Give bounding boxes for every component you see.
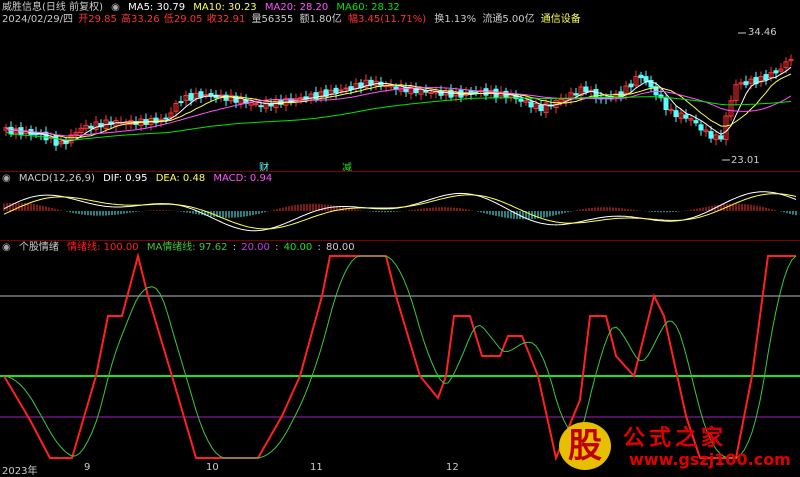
watermark-title: 公式之家: [623, 425, 728, 451]
macd-dea: DEA: 0.48: [155, 173, 206, 184]
moving-average-lines: [5, 32, 792, 161]
quote-amount: 额1.80亿: [299, 14, 342, 25]
candle-body: [528, 101, 534, 108]
separator: :: [275, 242, 279, 253]
quote-line: 2024/02/29/四 开29.85 高33.26 低29.05 收32.91…: [2, 14, 586, 26]
candle-body: [518, 98, 524, 102]
quote-date: 2024/02/29/四: [2, 14, 74, 25]
candle-body: [663, 97, 669, 111]
ma5-line: [5, 66, 792, 143]
separator: :: [317, 242, 321, 253]
ma20-value: MA20: 28.20: [264, 2, 329, 13]
x-label: 2023年: [2, 466, 38, 477]
mood-ma-value: MA情绪线: 97.62: [146, 242, 228, 253]
candle-body: [343, 87, 349, 90]
indicator-dot-icon[interactable]: ◉: [2, 173, 11, 184]
price-high-label: 34.46: [748, 27, 777, 38]
price-header: 威胜信息(日线 前复权) ◉ MA5: 30.79 MA10: 30.23 MA…: [2, 2, 405, 14]
candle-body: [763, 74, 769, 81]
separator: :: [232, 242, 237, 253]
candle-body: [743, 81, 749, 86]
candle-body: [718, 135, 724, 140]
indicator-dot-icon[interactable]: ◉: [111, 2, 120, 13]
x-label: 11: [310, 462, 323, 473]
candle-body: [188, 93, 194, 101]
quote-close: 收32.91: [206, 14, 246, 25]
price-low-label: 23.01: [731, 155, 760, 166]
candle-body: [333, 87, 339, 93]
candle-body: [198, 91, 204, 98]
candle-body: [178, 101, 184, 104]
stock-name[interactable]: 威胜信息(日线 前复权): [2, 2, 103, 13]
candle-body: [88, 125, 94, 129]
candlestick-series: [3, 54, 794, 151]
quote-high: 高33.26: [121, 14, 160, 25]
macd-header: ◉ MACD(12,26,9) DIF: 0.95 DEA: 0.48 MACD…: [2, 173, 277, 185]
ma20-line: [5, 86, 792, 137]
candle-body: [298, 97, 304, 100]
candle-body: [203, 94, 209, 97]
candle-body: [368, 79, 374, 86]
candle-body: [643, 76, 649, 82]
candle-body: [428, 91, 434, 94]
mood-line-value: 情绪线: 100.00: [67, 242, 139, 253]
quote-low: 低29.05: [163, 14, 203, 25]
ma10-line: [5, 73, 792, 139]
watermark: 股 公式之家 www.gszj100.com: [555, 418, 800, 474]
ma5-value: MA5: 30.79: [128, 2, 186, 13]
watermark-url: www.gszj100.com: [629, 450, 791, 469]
panel-divider: [0, 171, 800, 172]
quote-volume: 量56355: [251, 14, 294, 25]
candle-body: [258, 105, 264, 108]
quote-change: 幅3.45(11.71%): [347, 14, 427, 25]
candle-body: [708, 131, 714, 139]
macd-dif: DIF: 0.95: [103, 173, 148, 184]
x-label: 10: [206, 462, 219, 473]
ma60-value: MA60: 28.32: [336, 2, 400, 13]
mood-header: ◉ 个股情绪 情绪线: 100.00 MA情绪线: 97.62 : 20.00 …: [2, 242, 360, 254]
quote-industry[interactable]: 通信设备: [541, 14, 581, 25]
quote-turnover: 换1.13%: [434, 14, 477, 25]
quote-float: 流通5.00亿: [482, 14, 535, 25]
x-label: 9: [84, 462, 91, 473]
candle-body: [348, 86, 354, 91]
macd-value: MACD: 0.94: [213, 173, 273, 184]
candle-body: [628, 83, 634, 88]
panel-divider: [0, 240, 800, 241]
mood-l20: 20.00: [241, 242, 270, 253]
candle-body: [638, 74, 644, 79]
candle-body: [338, 89, 344, 92]
chart-canvas: [0, 32, 800, 462]
macd-name[interactable]: MACD(12,26,9): [19, 173, 95, 184]
candle-body: [163, 117, 169, 120]
ma10-value: MA10: 30.23: [193, 2, 257, 13]
candle-body: [773, 70, 779, 74]
mood-l40: 40.00: [283, 242, 313, 253]
candle-body: [683, 114, 689, 119]
candle-body: [698, 124, 704, 131]
candle-body: [253, 103, 259, 106]
x-label: 12: [446, 462, 459, 473]
candle-body: [693, 120, 699, 124]
mood-l80: 80.00: [326, 242, 355, 253]
candle-body: [583, 86, 589, 93]
candle-body: [573, 93, 579, 96]
candle-body: [673, 110, 679, 118]
candle-body: [538, 104, 544, 112]
indicator-dot-icon[interactable]: ◉: [2, 242, 11, 253]
candle-body: [53, 135, 59, 146]
mood-name[interactable]: 个股情绪: [19, 242, 59, 253]
quote-open: 开29.85: [78, 14, 117, 25]
watermark-logo: 股: [559, 422, 611, 470]
